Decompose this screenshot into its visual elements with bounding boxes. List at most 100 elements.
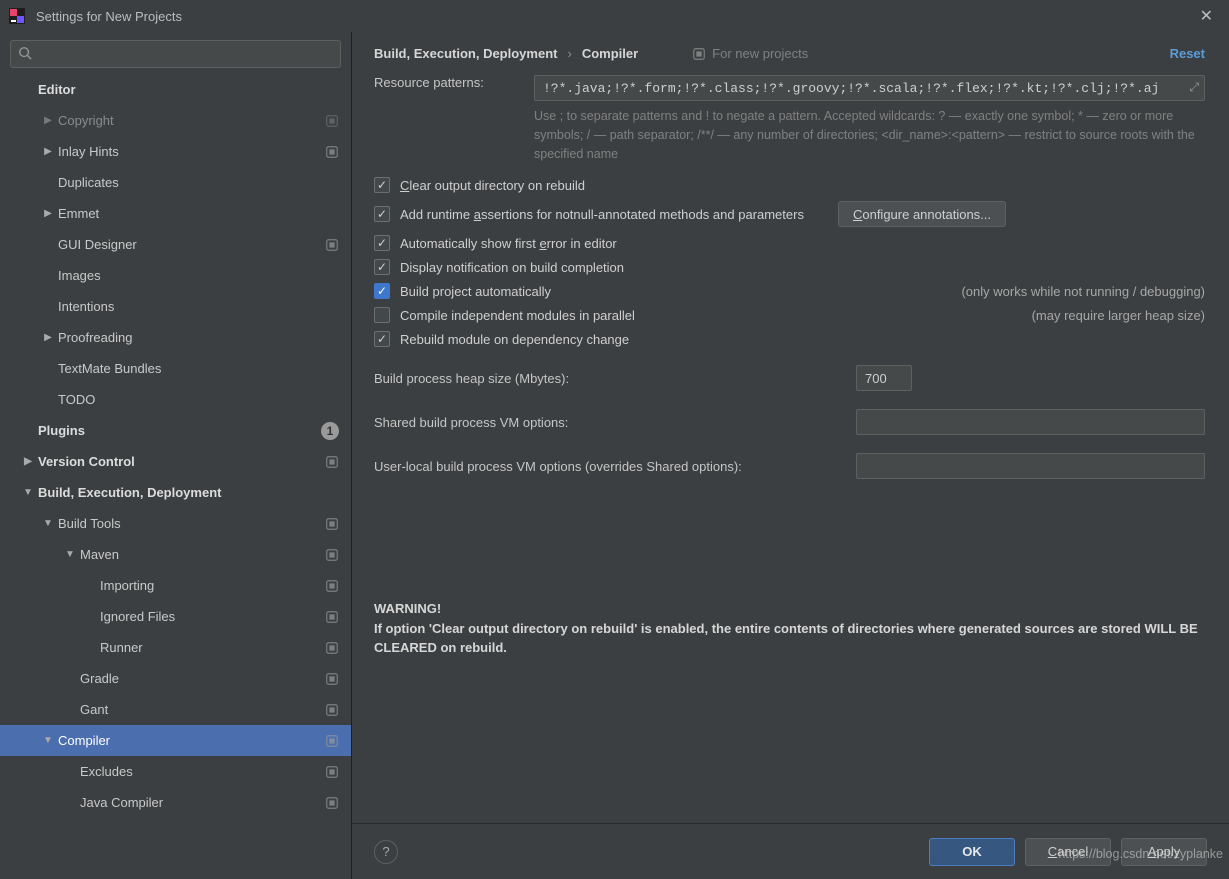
settings-content: Resource patterns: ⤢ Use ; to separate p… (352, 69, 1229, 823)
clear-output-checkbox[interactable] (374, 177, 390, 193)
tree-item-runner[interactable]: Runner (0, 632, 351, 663)
warning-block: WARNING! If option 'Clear output directo… (374, 599, 1205, 658)
reset-link[interactable]: Reset (1170, 46, 1205, 61)
project-scope-icon (325, 114, 339, 128)
tree-item-gui-designer[interactable]: GUI Designer (0, 229, 351, 260)
tree-arrow-icon: ▶ (22, 456, 34, 467)
tree-item-label: TODO (58, 392, 339, 407)
search-icon (18, 46, 32, 63)
tree-item-label: Plugins (38, 423, 321, 438)
project-scope-icon (325, 145, 339, 159)
project-scope-icon (325, 579, 339, 593)
autobuild-checkbox[interactable] (374, 283, 390, 299)
tree-item-emmet[interactable]: ▶ Emmet (0, 198, 351, 229)
parallel-compile-checkbox[interactable] (374, 307, 390, 323)
sidebar-search (10, 40, 341, 68)
project-scope-icon (325, 455, 339, 469)
project-scope-icon (325, 672, 339, 686)
heap-size-label: Build process heap size (Mbytes): (374, 371, 844, 386)
tree-item-label: GUI Designer (58, 237, 317, 252)
runtime-assertions-label: Add runtime assertions for notnull-annot… (400, 207, 804, 222)
tree-item-label: Images (58, 268, 339, 283)
tree-item-ignored-files[interactable]: Ignored Files (0, 601, 351, 632)
configure-annotations-button[interactable]: Configure annotations... (838, 201, 1006, 227)
breadcrumb-bar: Build, Execution, Deployment › Compiler … (352, 32, 1229, 69)
tree-arrow-icon: ▼ (22, 487, 34, 498)
tree-item-images[interactable]: Images (0, 260, 351, 291)
build-notification-checkbox[interactable] (374, 259, 390, 275)
tree-item-maven[interactable]: ▼ Maven (0, 539, 351, 570)
heap-size-input[interactable] (856, 365, 912, 391)
tree-arrow-icon: ▼ (42, 518, 54, 529)
runtime-assertions-checkbox[interactable] (374, 206, 390, 222)
tree-item-label: Emmet (58, 206, 339, 221)
watermark: https://blog.csdn.net/zyplanke (1058, 847, 1223, 861)
tree-item-importing[interactable]: Importing (0, 570, 351, 601)
ok-button[interactable]: OK (929, 838, 1015, 866)
intellij-app-icon (8, 7, 26, 25)
tree-item-todo[interactable]: TODO (0, 384, 351, 415)
shared-vm-input[interactable] (856, 409, 1205, 435)
resource-patterns-label: Resource patterns: (374, 75, 522, 90)
tree-item-build-tools[interactable]: ▼ Build Tools (0, 508, 351, 539)
expand-icon[interactable]: ⤢ (1189, 80, 1199, 95)
chevron-right-icon: › (567, 46, 571, 61)
close-icon[interactable]: ✕ (1194, 4, 1219, 28)
tree-item-textmate-bundles[interactable]: TextMate Bundles (0, 353, 351, 384)
build-notification-label: Display notification on build completion (400, 260, 624, 275)
project-scope-icon (325, 796, 339, 810)
tree-item-label: Proofreading (58, 330, 339, 345)
tree-item-label: Maven (80, 547, 317, 562)
search-input[interactable] (10, 40, 341, 68)
tree-item-gant[interactable]: Gant (0, 694, 351, 725)
warning-title: WARNING! (374, 599, 1205, 619)
tree-item-compiler[interactable]: ▼Compiler (0, 725, 351, 756)
tree-item-label: Duplicates (58, 175, 339, 190)
tree-item-excludes[interactable]: Excludes (0, 756, 351, 787)
tree-item-label: Editor (38, 82, 339, 97)
scope-indicator: For new projects (692, 46, 808, 61)
tree-item-version-control[interactable]: ▶Version Control (0, 446, 351, 477)
tree-arrow-icon: ▶ (42, 332, 54, 343)
tree-arrow-icon: ▼ (64, 549, 76, 560)
tree-item-plugins[interactable]: Plugins1 (0, 415, 351, 446)
project-scope-icon (325, 548, 339, 562)
rebuild-dep-checkbox[interactable] (374, 331, 390, 347)
settings-sidebar: Editor ▶Copyright▶Inlay Hints Duplicates ▶ E… (0, 32, 352, 879)
tree-item-label: TextMate Bundles (58, 361, 339, 376)
tree-item-duplicates[interactable]: Duplicates (0, 167, 351, 198)
tree-arrow-icon: ▶ (42, 115, 54, 126)
tree-item-gradle[interactable]: Gradle (0, 663, 351, 694)
auto-show-error-checkbox[interactable] (374, 235, 390, 251)
auto-show-error-label: Automatically show first error in editor (400, 236, 617, 251)
tree-item-label: Build Tools (58, 516, 317, 531)
breadcrumb-root[interactable]: Build, Execution, Deployment (374, 46, 557, 61)
tree-item-build-execution-deployment[interactable]: ▼ Build, Execution, Deployment (0, 477, 351, 508)
clear-output-label: Clear output directory on rebuild (400, 178, 585, 193)
project-scope-icon (325, 517, 339, 531)
tree-item-intentions[interactable]: Intentions (0, 291, 351, 322)
tree-arrow-icon: ▶ (42, 208, 54, 219)
tree-item-proofreading[interactable]: ▶ Proofreading (0, 322, 351, 353)
autobuild-label: Build project automatically (400, 284, 551, 299)
help-button[interactable]: ? (374, 840, 398, 864)
titlebar: Settings for New Projects ✕ (0, 0, 1229, 32)
autobuild-hint: (only works while not running / debuggin… (961, 284, 1205, 299)
tree-item-label: Excludes (80, 764, 317, 779)
local-vm-input[interactable] (856, 453, 1205, 479)
rebuild-dep-label: Rebuild module on dependency change (400, 332, 629, 347)
tree-item-java-compiler[interactable]: Java Compiler (0, 787, 351, 818)
tree-item-label: Runner (100, 640, 317, 655)
project-scope-icon (325, 765, 339, 779)
settings-tree[interactable]: Editor ▶Copyright▶Inlay Hints Duplicates ▶ E… (0, 74, 351, 879)
tree-item-copyright[interactable]: ▶Copyright (0, 105, 351, 136)
tree-item-editor[interactable]: Editor (0, 74, 351, 105)
tree-item-label: Ignored Files (100, 609, 317, 624)
parallel-compile-label: Compile independent modules in parallel (400, 308, 635, 323)
tree-item-inlay-hints[interactable]: ▶Inlay Hints (0, 136, 351, 167)
breadcrumb-leaf: Compiler (582, 46, 638, 61)
project-scope-icon (325, 734, 339, 748)
tree-item-label: Build, Execution, Deployment (38, 485, 339, 500)
resource-patterns-input[interactable] (534, 75, 1205, 101)
project-scope-icon (325, 238, 339, 252)
